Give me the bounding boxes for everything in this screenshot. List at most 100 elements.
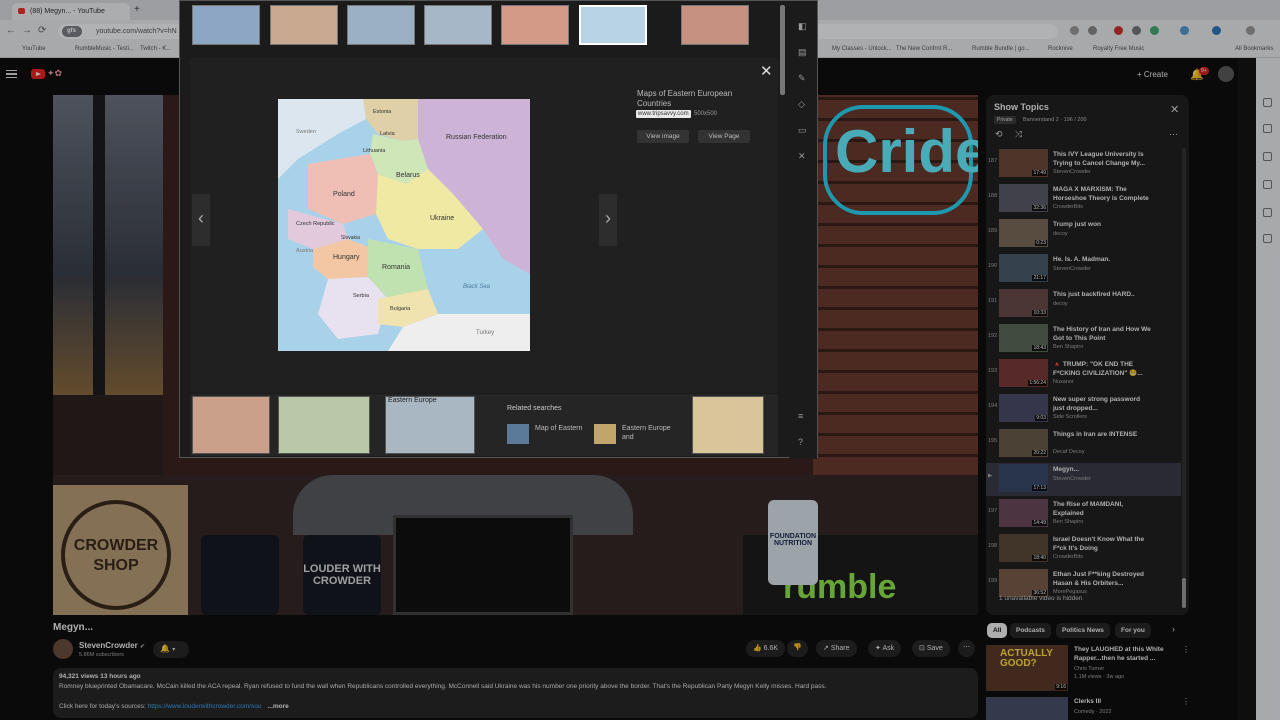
back-icon[interactable]: ←	[6, 25, 16, 36]
close-icon[interactable]: ✕	[760, 62, 773, 80]
bookmark-item[interactable]: Royalty Free Music	[1093, 46, 1144, 52]
url-chip[interactable]: gfs	[62, 26, 82, 37]
suggested-video[interactable]: ACTUALLY GOOD? 9:16 They LAUGHED at this…	[986, 645, 1191, 697]
playlist-item[interactable]: 194 9:03 New super strong password just dr…	[986, 393, 1181, 426]
side-panel-icon[interactable]	[1263, 208, 1272, 217]
reload-icon[interactable]: ⟳	[38, 25, 46, 36]
image-thumbnail[interactable]	[681, 5, 749, 45]
side-panel-icon[interactable]	[1263, 180, 1272, 189]
related-image[interactable]: Eastern Europe	[385, 396, 475, 454]
youtube-logo-icon[interactable]	[31, 69, 45, 79]
playlist-thumbnail[interactable]: 21:17	[999, 254, 1048, 282]
previous-image-button[interactable]: ‹	[192, 194, 210, 246]
show-more-button[interactable]: ...more	[267, 703, 288, 710]
share-button[interactable]: ↗ Share	[816, 640, 857, 657]
playlist-thumbnail[interactable]: 36:52	[999, 569, 1048, 597]
avatar[interactable]	[1218, 66, 1234, 82]
related-image[interactable]	[192, 396, 270, 454]
suggested-channel[interactable]: Chris Turner	[1074, 665, 1104, 673]
image-thumbnail-selected[interactable]	[579, 5, 647, 45]
image-thumbnail[interactable]	[192, 5, 260, 45]
suggested-channel[interactable]: Comedy · 2022	[1074, 708, 1112, 716]
playlist-thumbnail[interactable]: 17:49	[999, 149, 1048, 177]
save-button[interactable]: ⊡ Save	[912, 640, 950, 657]
playlist-menu-icon[interactable]: ⋯	[1169, 129, 1178, 140]
side-panel-icon[interactable]	[1263, 124, 1272, 133]
playlist-item[interactable]: 187 17:49 This IVY League University Is Tr…	[986, 148, 1181, 181]
suggested-video[interactable]: Clerks III Comedy · 2022 ⋮	[986, 697, 1191, 720]
extension-icon[interactable]: ◧	[798, 21, 807, 32]
viewer-scrollbar[interactable]	[780, 5, 785, 95]
playlist-thumbnail[interactable]: 0:23	[999, 219, 1048, 247]
playlist-thumbnail[interactable]: 20:22	[999, 429, 1048, 457]
tag-icon[interactable]: ◇	[798, 99, 805, 110]
gamepad-icon[interactable]: ▭	[798, 125, 807, 136]
image-source-domain[interactable]: www.tripsavvy.com	[636, 110, 691, 118]
playlist-item[interactable]: 197 14:49 The Rise of MAMDANI, Explained Be…	[986, 498, 1181, 531]
view-page-button[interactable]: View Page	[698, 130, 750, 143]
playlist-item-title[interactable]: The History of Iran and How We Got to Th…	[1053, 325, 1153, 343]
chip-all[interactable]: All	[987, 623, 1008, 638]
extension-icon[interactable]	[1132, 26, 1141, 35]
bookmark-item[interactable]: YouTube	[22, 46, 46, 52]
playlist-item-title[interactable]: Things in Iran are INTENSE	[1053, 430, 1153, 439]
image-thumbnail[interactable]	[347, 5, 415, 45]
bookmark-item[interactable]: My Classes - Unlock...	[832, 46, 892, 52]
more-actions-button[interactable]: ⋯	[958, 640, 975, 657]
playlist-item[interactable]: 193 1:56:24 🔺 TRUMP: "OK END THE F*CKING C…	[986, 358, 1181, 391]
view-image-button[interactable]: View image	[637, 130, 689, 143]
side-panel-icon[interactable]	[1263, 152, 1272, 161]
tools-icon[interactable]: ✕	[798, 151, 806, 162]
playlist-item-title[interactable]: Ethan Just F**king Destroyed Hasan & His…	[1053, 570, 1153, 588]
related-image[interactable]	[278, 396, 370, 454]
playlist-item-title[interactable]: Trump just won	[1053, 220, 1153, 229]
playlist-item[interactable]: 191 10:33 This just backfired HARD.. decoy	[986, 288, 1181, 321]
playlist-item-title[interactable]: 🔺 TRUMP: "OK END THE F*CKING CIVILIZATIO…	[1053, 360, 1153, 378]
shuffle-icon[interactable]: ⤨	[1015, 129, 1022, 140]
next-image-button[interactable]: ›	[599, 194, 617, 246]
subscribed-bell-button[interactable]: 🔔 ▾	[153, 641, 189, 658]
suggested-thumbnail[interactable]	[986, 697, 1068, 720]
profile-icon[interactable]	[1246, 26, 1255, 35]
image-thumbnail[interactable]	[424, 5, 492, 45]
playlist-thumbnail[interactable]: 18:43	[999, 324, 1048, 352]
image-thumbnail[interactable]	[270, 5, 338, 45]
extension-icon[interactable]: ▤	[798, 47, 807, 58]
playlist-item-title[interactable]: Israel Doesn't Know What the F*ck It's D…	[1053, 535, 1153, 553]
dislike-button[interactable]: 👎	[787, 640, 808, 657]
channel-name[interactable]: StevenCrowder ✔	[79, 641, 145, 650]
side-panel-icon[interactable]	[1263, 98, 1272, 107]
channel-avatar[interactable]	[53, 639, 73, 659]
new-tab-button[interactable]: +	[134, 4, 140, 15]
playlist-item[interactable]: ▶ 17:13 Megyn... StevenCrowder	[986, 463, 1181, 496]
playlist-item[interactable]: 195 20:22 Things in Iran are INTENSE Decaf …	[986, 428, 1181, 461]
playlist-title[interactable]: Show Topics	[994, 102, 1049, 112]
menu-icon[interactable]	[6, 70, 17, 78]
image-thumbnail[interactable]	[501, 5, 569, 45]
settings-icon[interactable]: ≡	[798, 411, 803, 421]
ask-button[interactable]: ✦ Ask	[868, 640, 902, 657]
chip-podcasts[interactable]: Podcasts	[1010, 623, 1051, 638]
more-vert-icon[interactable]: ⋮	[1182, 645, 1190, 654]
bookmark-item[interactable]: RumbleMusic - Testi...	[75, 46, 134, 52]
sources-link[interactable]: https://www.louderwithcrowder.com/sou	[148, 703, 262, 710]
extension-icon[interactable]	[1070, 26, 1079, 35]
suggested-title[interactable]: They LAUGHED at this White Rapper...then…	[1074, 645, 1179, 663]
star-icon[interactable]	[1088, 26, 1097, 35]
close-icon[interactable]: ✕	[1170, 103, 1179, 116]
create-button[interactable]: + Create	[1133, 66, 1172, 84]
playlist-item-title[interactable]: MAGA X MARXISM: The Horseshoe Theory is …	[1053, 185, 1153, 203]
playlist-item-title[interactable]: Megyn...	[1053, 465, 1153, 474]
playlist-thumbnail[interactable]: 10:33	[999, 289, 1048, 317]
playlist-item-title[interactable]: The Rise of MAMDANI, Explained	[1053, 500, 1153, 518]
playlist-item[interactable]: 198 18:40 Israel Doesn't Know What the F*c…	[986, 533, 1181, 566]
extension-icon[interactable]	[1150, 26, 1159, 35]
loop-icon[interactable]: ⟲	[995, 129, 1003, 140]
suggested-title[interactable]: Clerks III	[1074, 697, 1179, 706]
extension-icon[interactable]	[1180, 26, 1189, 35]
forward-icon[interactable]: →	[22, 25, 32, 36]
playlist-item-title[interactable]: This just backfired HARD..	[1053, 290, 1153, 299]
playlist-thumbnail[interactable]: 17:13	[999, 464, 1048, 492]
playlist-thumbnail[interactable]: 32:36	[999, 184, 1048, 212]
scrollbar-thumb[interactable]	[1182, 578, 1186, 608]
